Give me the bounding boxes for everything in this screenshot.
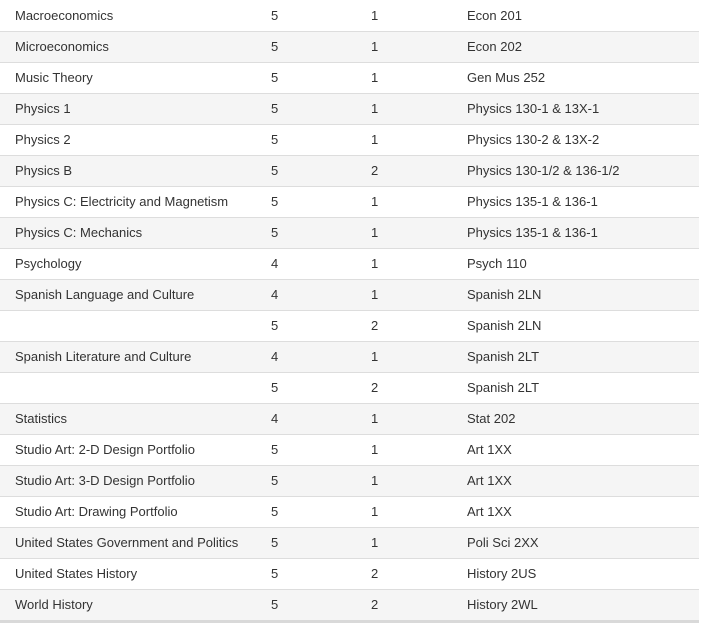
units-cell: 1: [371, 225, 379, 240]
table-row: Psychology 4 1 Psych 110: [0, 248, 699, 279]
table-row: Physics C: Electricity and Magnetism 5 1 Ph…: [0, 186, 699, 217]
subject-cell: Studio Art: Drawing Portfolio: [15, 504, 178, 519]
subject-cell: Physics 2: [15, 132, 71, 147]
table-row: United States History 5 2 History 2US: [0, 558, 699, 589]
table-row: United States Government and Politics 5 1 P…: [0, 527, 699, 558]
table-row: Macroeconomics 5 1 Econ 201: [0, 0, 699, 31]
score-cell: 5: [271, 318, 279, 333]
subject-cell: Statistics: [15, 411, 68, 426]
units-cell: 1: [371, 132, 379, 147]
subject-cell: United States Government and Politics: [15, 535, 239, 550]
score-cell: 4: [271, 411, 279, 426]
score-cell: 5: [271, 101, 279, 116]
units-cell: 1: [371, 194, 379, 209]
units-cell: 1: [371, 442, 379, 457]
score-cell: 5: [271, 473, 279, 488]
course-cell: Gen Mus 252: [467, 70, 546, 85]
table-row: World History 5 2 History 2WL: [0, 589, 699, 620]
subject-cell: Macroeconomics: [15, 7, 114, 23]
score-cell: 4: [271, 349, 279, 364]
units-cell: 1: [371, 39, 379, 54]
units-cell: 2: [371, 380, 379, 395]
course-cell: Psych 110: [467, 256, 527, 271]
table-row: Physics C: Mechanics 5 1 Physics 135-1 & 13…: [0, 217, 699, 248]
score-cell: 5: [271, 225, 279, 240]
course-cell: Physics 135-1 & 136-1: [467, 194, 598, 209]
subject-cell: Spanish Language and Culture: [15, 287, 195, 302]
table-row: Spanish Literature and Culture 4 1 Spanish …: [0, 341, 699, 372]
table-row: Spanish Language and Culture 4 1 Spanish 2L…: [0, 279, 699, 310]
score-cell: 5: [271, 380, 279, 395]
units-cell: 1: [371, 411, 379, 426]
subject-cell: Spanish Literature and Culture: [15, 349, 192, 364]
course-cell: Art 1XX: [467, 473, 512, 488]
course-cell: Spanish 2LT: [467, 380, 540, 395]
subject-cell: Music Theory: [15, 70, 93, 85]
course-cell: Physics 135-1 & 136-1: [467, 225, 598, 240]
subject-cell: Physics 1: [15, 101, 71, 116]
score-cell: 5: [271, 597, 279, 612]
course-cell: Art 1XX: [467, 442, 512, 457]
units-cell: 1: [371, 504, 379, 519]
subject-cell: Physics B: [15, 163, 73, 178]
subject-cell: World History: [15, 597, 93, 612]
subject-cell: Physics C: Mechanics: [15, 225, 143, 240]
subject-cell: Microeconomics: [15, 39, 109, 54]
score-cell: 5: [271, 194, 279, 209]
score-cell: 5: [271, 163, 279, 178]
score-cell: 5: [271, 70, 279, 85]
course-cell: Econ 201: [467, 7, 522, 23]
units-cell: 2: [371, 566, 379, 581]
score-cell: 5: [271, 132, 279, 147]
subject-cell: Studio Art: 2-D Design Portfolio: [15, 442, 195, 457]
course-cell: History 2WL: [467, 597, 538, 612]
table-row: 5 2 Spanish 2LN: [0, 310, 699, 341]
score-cell: 5: [271, 39, 279, 54]
units-cell: 2: [371, 597, 379, 612]
course-cell: Econ 202: [467, 39, 522, 54]
table-row: Microeconomics 5 1 Econ 202: [0, 31, 699, 62]
ap-credit-table: Macroeconomics 5 1 Econ 201 Microeconomics 5 1…: [0, 0, 699, 623]
score-cell: 5: [271, 535, 279, 550]
course-cell: Physics 130-1/2 & 136-1/2: [467, 163, 620, 178]
subject-cell: Studio Art: 3-D Design Portfolio: [15, 473, 195, 488]
table-row: 5 2 Spanish 2LT: [0, 372, 699, 403]
units-cell: 1: [371, 7, 379, 23]
course-cell: History 2US: [467, 566, 537, 581]
table-row: Physics B 5 2 Physics 130-1/2 & 136-1/2: [0, 155, 699, 186]
course-cell: Physics 130-1 & 13X-1: [467, 101, 600, 116]
score-cell: 5: [271, 566, 279, 581]
table-row: Statistics 4 1 Stat 202: [0, 403, 699, 434]
course-cell: Spanish 2LN: [467, 287, 542, 302]
units-cell: 2: [371, 163, 379, 178]
course-cell: Physics 130-2 & 13X-2: [467, 132, 600, 147]
units-cell: 1: [371, 101, 379, 116]
subject-cell: Physics C: Electricity and Magnetism: [15, 194, 229, 209]
subject-cell: Psychology: [15, 256, 82, 271]
table-row: Music Theory 5 1 Gen Mus 252: [0, 62, 699, 93]
score-cell: 5: [271, 504, 279, 519]
course-cell: Art 1XX: [467, 504, 512, 519]
table-row: Physics 1 5 1 Physics 130-1 & 13X-1: [0, 93, 699, 124]
units-cell: 1: [371, 349, 379, 364]
score-cell: 5: [271, 7, 279, 23]
units-cell: 2: [371, 318, 379, 333]
units-cell: 1: [371, 256, 379, 271]
course-cell: Spanish 2LT: [467, 349, 540, 364]
course-cell: Poli Sci 2XX: [467, 535, 539, 550]
score-cell: 4: [271, 256, 279, 271]
score-cell: 4: [271, 287, 279, 302]
course-cell: Stat 202: [467, 411, 516, 426]
course-cell: Spanish 2LN: [467, 318, 542, 333]
table-row: Studio Art: 3-D Design Portfolio 5 1 Art 1X…: [0, 465, 699, 496]
table-row: Studio Art: 2-D Design Portfolio 5 1 Art 1X…: [0, 434, 699, 465]
subject-cell: United States History: [15, 566, 138, 581]
units-cell: 1: [371, 287, 379, 302]
units-cell: 1: [371, 473, 379, 488]
table-row: Studio Art: Drawing Portfolio 5 1 Art 1XX: [0, 496, 699, 527]
units-cell: 1: [371, 535, 379, 550]
table-row: Physics 2 5 1 Physics 130-2 & 13X-2: [0, 124, 699, 155]
score-cell: 5: [271, 442, 279, 457]
units-cell: 1: [371, 70, 379, 85]
